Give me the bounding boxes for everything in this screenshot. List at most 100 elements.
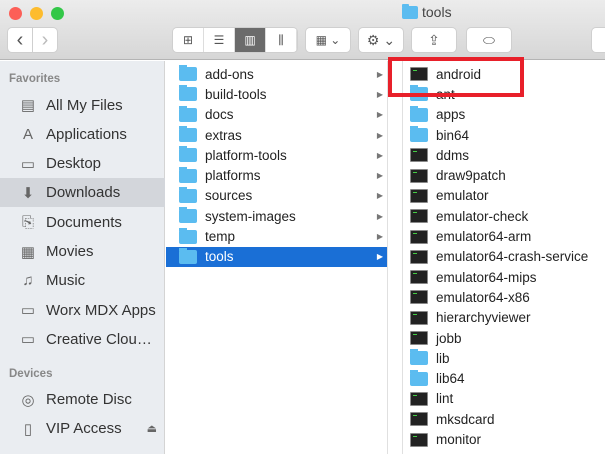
folder-item[interactable]: temp ▶: [166, 226, 387, 246]
file-item[interactable]: ddms: [403, 145, 605, 165]
folder-item[interactable]: extras ▶: [166, 125, 387, 145]
worx-mdx-apps-icon: ▭: [20, 302, 36, 320]
action-gear-button[interactable]: ⚙ ⌄: [359, 28, 403, 52]
sidebar-item-worx-mdx-apps[interactable]: ▭ Worx MDX Apps: [0, 296, 165, 325]
zoom-button[interactable]: [51, 7, 64, 20]
sidebar-item-vip-access[interactable]: ▯ VIP Access ⏏: [0, 414, 165, 443]
item-name: extras: [205, 127, 242, 143]
sidebar-item-label: Desktop: [46, 155, 102, 173]
file-item[interactable]: lint: [403, 389, 605, 409]
highlight-annotation-box: [388, 57, 524, 97]
file-item[interactable]: emulator64-crash-service: [403, 247, 605, 267]
item-name: mksdcard: [436, 411, 495, 427]
close-button[interactable]: [9, 7, 22, 20]
remote-disc-icon: ◎: [21, 391, 35, 409]
forward-button[interactable]: ›: [33, 28, 57, 52]
file-item[interactable]: emulator64-x86: [403, 287, 605, 307]
back-button[interactable]: ‹: [8, 28, 32, 52]
file-item[interactable]: draw9patch: [403, 166, 605, 186]
folder-icon: [179, 65, 197, 82]
tags-button[interactable]: ⬭: [467, 28, 511, 52]
folder-item[interactable]: add-ons ▶: [166, 64, 387, 84]
sidebar-item-downloads[interactable]: ⬇ Downloads: [0, 178, 165, 208]
folder-icon: [179, 227, 197, 244]
sidebar-item-desktop[interactable]: ▭ Desktop: [0, 149, 165, 178]
item-name: emulator64-crash-service: [436, 249, 589, 265]
view-mode-selector: ⊞ ☰ ▥ ⫼: [173, 28, 297, 52]
disclosure-arrow-icon: ▶: [376, 69, 383, 79]
sidebar-item-label: Creative Clou…: [46, 330, 152, 348]
file-item[interactable]: hierarchyviewer: [403, 308, 605, 328]
arrange-button[interactable]: ▦ ⌄: [306, 28, 350, 52]
item-name: jobb: [436, 330, 462, 346]
sidebar-item-remote-disc[interactable]: ◎ Remote Disc: [0, 385, 165, 414]
folder-icon: [179, 146, 197, 163]
sidebar-item-all-my-files[interactable]: ▤ All My Files: [0, 91, 165, 120]
sidebar-item-movies[interactable]: ▦ Movies: [0, 237, 165, 266]
sidebar-item-creative-clou-[interactable]: ▭ Creative Clou…: [0, 325, 165, 354]
sidebar-item-label: All My Files: [46, 96, 123, 114]
folder-item[interactable]: bin64: [403, 125, 605, 145]
sidebar-item-label: Remote Disc: [46, 391, 132, 408]
disclosure-arrow-icon: ▶: [376, 232, 383, 242]
sidebar-item-label: Worx MDX Apps: [46, 301, 156, 319]
terminal-exec-icon: [410, 249, 428, 264]
search-field[interactable]: [592, 28, 605, 52]
documents-icon: ⎘: [21, 213, 34, 231]
folder-item[interactable]: apps: [403, 105, 605, 125]
item-name: lib: [436, 350, 450, 366]
minimize-button[interactable]: [30, 7, 43, 20]
folder-item[interactable]: platform-tools ▶: [166, 145, 387, 165]
folder-item[interactable]: tools ▶: [166, 246, 387, 267]
eject-icon[interactable]: ⏏: [147, 422, 157, 435]
sidebar-item-label: VIP Access: [46, 420, 122, 438]
item-name: emulator64-x86: [436, 289, 530, 305]
file-item[interactable]: emulator64-arm: [403, 226, 605, 246]
sidebar-item-documents[interactable]: ⎘ Documents: [0, 208, 165, 237]
list-view-button[interactable]: ☰: [204, 28, 235, 52]
folder-item[interactable]: platforms ▶: [166, 166, 387, 186]
terminal-exec-icon: [410, 168, 428, 183]
file-item[interactable]: mksdcard: [403, 409, 605, 429]
item-name: temp: [205, 229, 236, 245]
folder-item[interactable]: lib64: [403, 369, 605, 389]
folder-icon: [410, 105, 428, 122]
file-item[interactable]: monitor: [403, 429, 605, 449]
sidebar-item-label: Applications: [46, 125, 127, 143]
folder-item[interactable]: lib: [403, 348, 605, 368]
folder-icon: [179, 85, 197, 102]
column-divider[interactable]: [387, 61, 388, 454]
cover-flow-button[interactable]: ⫼: [266, 28, 297, 52]
terminal-exec-icon: [410, 391, 428, 406]
creative-clou--icon: ▭: [20, 331, 36, 349]
terminal-exec-icon: [410, 188, 428, 203]
folder-item[interactable]: sources ▶: [166, 186, 387, 206]
file-item[interactable]: jobb: [403, 328, 605, 348]
sidebar-item-label: Music: [46, 272, 86, 290]
folder-item[interactable]: docs ▶: [166, 105, 387, 125]
folder-icon: [179, 166, 197, 183]
column-2: android ant apps bin64 ddms draw9patch emulato…: [403, 61, 605, 454]
sidebar-item-applications[interactable]: A Applications: [0, 120, 165, 149]
terminal-exec-icon: [410, 432, 428, 447]
sidebar-item-music[interactable]: ♫ Music: [0, 266, 165, 295]
file-item[interactable]: emulator-check: [403, 206, 605, 226]
terminal-exec-icon: [410, 310, 428, 325]
item-name: build-tools: [205, 86, 267, 102]
devices-header: Devices: [9, 368, 53, 380]
all-my-files-icon: ▤: [20, 97, 36, 114]
share-button[interactable]: ⇪: [412, 28, 456, 52]
column-view-button[interactable]: ▥: [235, 28, 266, 52]
terminal-exec-icon: [410, 270, 428, 285]
applications-icon: A: [22, 125, 33, 143]
disclosure-arrow-icon: ▶: [376, 252, 383, 262]
music-icon: ♫: [22, 272, 34, 290]
item-name: emulator: [436, 188, 489, 204]
folder-item[interactable]: system-images ▶: [166, 206, 387, 226]
folder-icon: [179, 126, 197, 143]
file-item[interactable]: emulator64-mips: [403, 267, 605, 287]
icon-view-button[interactable]: ⊞: [173, 28, 204, 52]
sidebar-item-label: Movies: [46, 243, 94, 260]
file-item[interactable]: emulator: [403, 186, 605, 206]
folder-item[interactable]: build-tools ▶: [166, 84, 387, 104]
